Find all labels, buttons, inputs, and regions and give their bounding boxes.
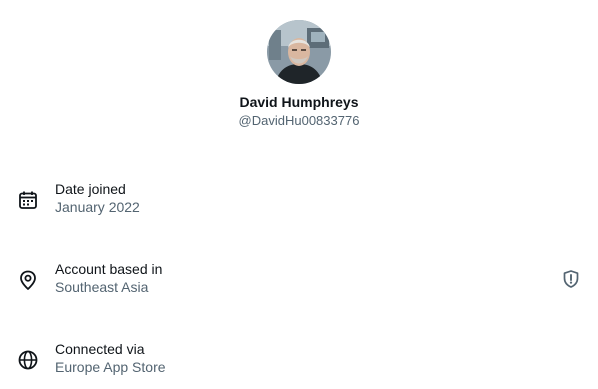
shield-alert-icon[interactable] <box>561 269 581 289</box>
location-pin-icon <box>17 269 39 291</box>
username-handle: @DavidHu00833776 <box>238 113 360 128</box>
account-based-in-label: Account based in <box>55 261 163 277</box>
date-joined-text: Date joined January 2022 <box>55 180 140 216</box>
connected-via-text: Connected via Europe App Store <box>55 340 166 376</box>
date-joined-label: Date joined <box>55 181 126 197</box>
account-about-panel: David Humphreys @DavidHu00833776 Date jo… <box>0 0 598 389</box>
date-joined-row: Date joined January 2022 <box>0 180 598 220</box>
avatar[interactable] <box>267 20 331 84</box>
account-based-in-row: Account based in Southeast Asia <box>0 260 598 300</box>
globe-icon <box>17 349 39 371</box>
account-based-in-text: Account based in Southeast Asia <box>55 260 162 296</box>
calendar-icon <box>17 189 39 211</box>
connected-via-value: Europe App Store <box>55 359 166 375</box>
connected-via-label: Connected via <box>55 341 145 357</box>
avatar-image <box>267 20 331 84</box>
account-based-in-value: Southeast Asia <box>55 279 149 295</box>
display-name: David Humphreys <box>239 94 359 110</box>
profile-header: David Humphreys @DavidHu00833776 <box>0 20 598 130</box>
date-joined-value: January 2022 <box>55 199 140 215</box>
connected-via-row: Connected via Europe App Store <box>0 340 598 380</box>
